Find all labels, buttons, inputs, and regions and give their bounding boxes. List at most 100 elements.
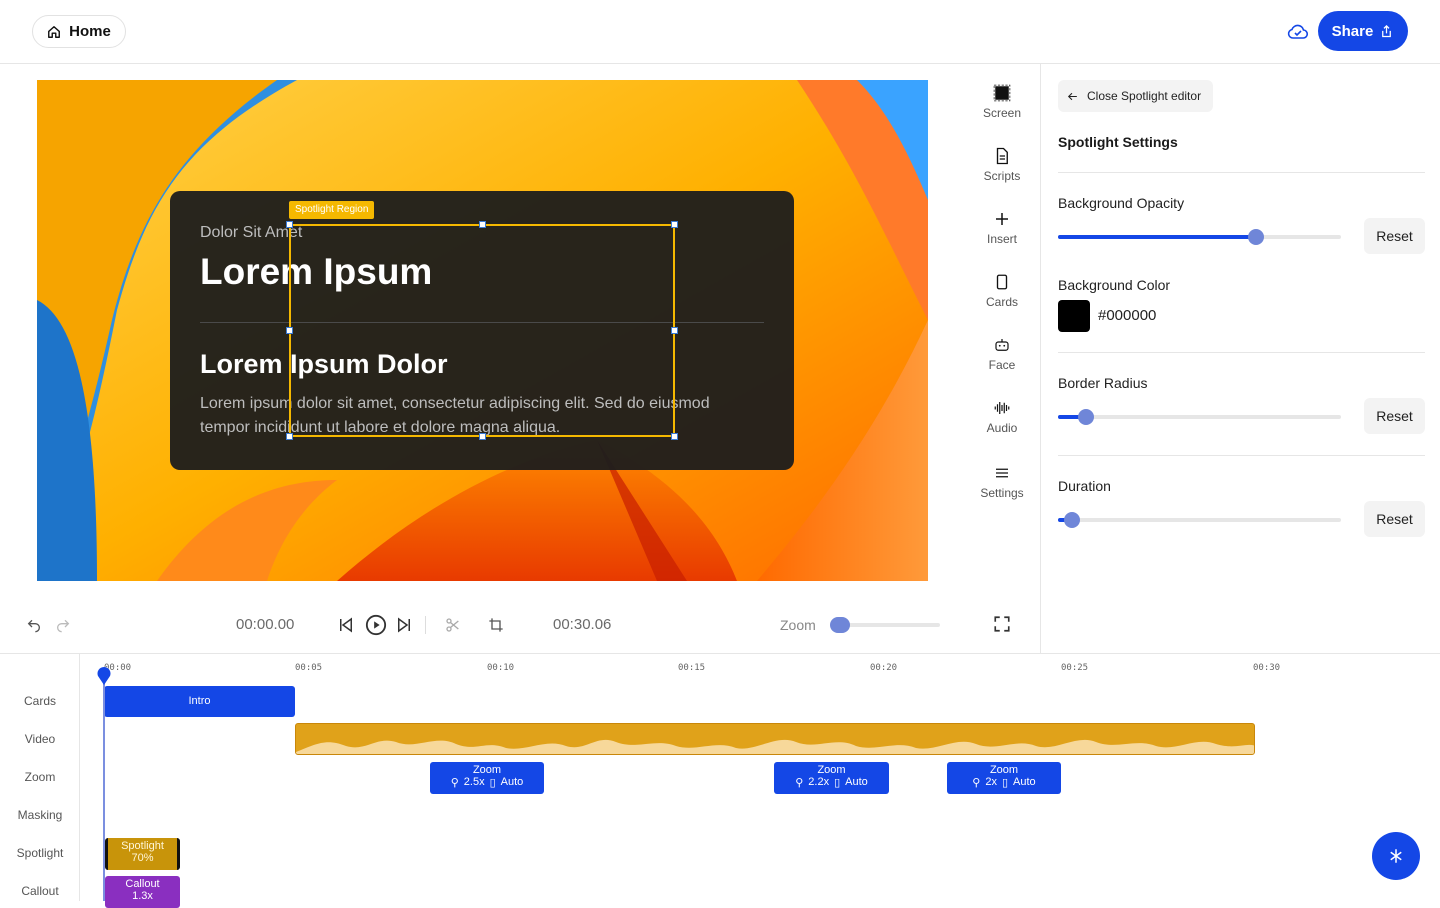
track-label-masking: Masking — [17, 808, 63, 822]
color-swatch[interactable] — [1058, 300, 1090, 332]
mouse-icon: ▯ — [489, 777, 496, 789]
home-button[interactable]: Home — [32, 15, 126, 48]
waveform-icon — [994, 402, 1010, 414]
background-opacity-slider[interactable] — [1058, 229, 1341, 245]
resize-handle-right[interactable] — [671, 327, 678, 334]
share-button[interactable]: Share — [1318, 11, 1408, 51]
timeline[interactable]: Cards Video Zoom Masking Spotlight Callo… — [0, 653, 1440, 908]
resize-handle-bottom-left[interactable] — [286, 433, 293, 440]
magnifier-icon: ⚲ — [972, 777, 981, 789]
zoom-slider[interactable] — [830, 617, 940, 633]
undo-button[interactable] — [24, 615, 44, 635]
zoom-scale: 2.2x — [808, 776, 830, 788]
playhead-line — [103, 674, 105, 901]
resize-handle-top-right[interactable] — [671, 221, 678, 228]
spotlight-clip[interactable]: Spotlight 70% — [105, 838, 180, 870]
tool-scripts[interactable]: Scripts — [970, 147, 1034, 183]
video-canvas[interactable]: Dolor Sit Amet Lorem Ipsum Lorem Ipsum D… — [37, 80, 928, 581]
track-label-cards: Cards — [23, 694, 56, 708]
document-icon — [996, 147, 1008, 165]
resize-handle-top[interactable] — [479, 221, 486, 228]
clip-title: Zoom — [817, 764, 846, 776]
time-tick: 00:20 — [870, 663, 898, 673]
tool-label: Settings — [980, 486, 1024, 500]
time-tick: 00:25 — [1061, 663, 1089, 673]
zoom-label: Zoom — [780, 617, 816, 633]
tool-audio[interactable]: Audio — [970, 399, 1034, 435]
tool-label: Face — [988, 358, 1016, 372]
control-separator — [425, 616, 426, 634]
arrow-left-icon — [1067, 92, 1077, 100]
magnifier-icon: ⚲ — [450, 777, 459, 789]
border-radius-slider[interactable] — [1058, 409, 1341, 425]
playhead-handle[interactable] — [96, 666, 112, 686]
track-labels: Cards Video Zoom Masking Spotlight Callo… — [0, 654, 80, 901]
zoom-clip[interactable]: Zoom ⚲ 2x ▯ Auto — [947, 762, 1061, 794]
track-label-spotlight: Spotlight — [16, 846, 64, 860]
spotlight-region[interactable] — [286, 221, 678, 440]
screen-icon — [993, 84, 1011, 102]
clip-value: 70% — [131, 852, 154, 864]
close-spotlight-editor-button[interactable]: Close Spotlight editor — [1058, 80, 1214, 112]
menu-icon — [996, 468, 1008, 478]
plus-icon — [996, 213, 1008, 225]
slider-knob[interactable] — [1078, 409, 1095, 425]
mouse-icon: ▯ — [1001, 777, 1009, 789]
tool-screen[interactable]: Screen — [970, 84, 1034, 120]
tool-insert[interactable]: Insert — [970, 210, 1034, 246]
redo-button[interactable] — [53, 615, 73, 635]
tool-settings[interactable]: Settings — [970, 464, 1034, 500]
resize-handle-bottom[interactable] — [479, 433, 486, 440]
divider — [1058, 455, 1425, 456]
background-opacity-label: Background Opacity — [1058, 195, 1185, 211]
home-icon — [48, 25, 61, 38]
slider-knob[interactable] — [830, 617, 850, 633]
intro-card-clip[interactable]: Intro — [104, 686, 295, 717]
track-label-video: Video — [24, 732, 56, 746]
time-tick: 00:15 — [678, 663, 706, 673]
zoom-mode: Auto — [1013, 776, 1036, 788]
reset-radius-button[interactable]: Reset — [1364, 398, 1425, 434]
duration-label: Duration — [1058, 478, 1111, 494]
current-time: 00:00.00 — [236, 616, 295, 633]
callout-clip[interactable]: Callout 1.3x — [105, 876, 180, 908]
clip-details: ⚲ 2x ▯ Auto — [947, 776, 1061, 789]
cut-button[interactable] — [443, 615, 463, 635]
border-radius-label: Border Radius — [1058, 375, 1148, 391]
tool-face[interactable]: Face — [970, 336, 1034, 372]
skip-forward-button[interactable] — [394, 614, 414, 636]
scissors-icon — [446, 618, 459, 632]
redo-icon — [57, 619, 70, 633]
share-icon — [1382, 24, 1392, 37]
play-icon — [365, 614, 387, 636]
resize-handle-top-left[interactable] — [286, 221, 293, 228]
slider-knob[interactable] — [1064, 512, 1081, 528]
card-icon — [996, 274, 1008, 290]
zoom-clip[interactable]: Zoom ⚲ 2.5x ▯ Auto — [430, 762, 544, 794]
tool-cards[interactable]: Cards — [970, 273, 1034, 309]
video-clip[interactable] — [295, 723, 1255, 755]
crop-icon — [489, 618, 503, 632]
color-hex-value[interactable]: #000000 — [1098, 307, 1156, 324]
cloud-sync-icon[interactable] — [1286, 20, 1310, 44]
share-label: Share — [1331, 22, 1374, 40]
divider — [1058, 352, 1425, 353]
reset-duration-button[interactable]: Reset — [1364, 501, 1425, 537]
zoom-scale: 2.5x — [463, 776, 485, 788]
reset-opacity-button[interactable]: Reset — [1364, 218, 1425, 254]
crop-button[interactable] — [486, 615, 506, 635]
clip-details: ⚲ 2.2x ▯ Auto — [774, 776, 889, 789]
resize-handle-bottom-right[interactable] — [671, 433, 678, 440]
zoom-clip[interactable]: Zoom ⚲ 2.2x ▯ Auto — [774, 762, 889, 794]
fullscreen-button[interactable] — [991, 613, 1013, 635]
tool-label: Insert — [986, 232, 1017, 246]
play-button[interactable] — [364, 613, 388, 637]
assistant-button[interactable] — [1372, 832, 1420, 880]
skip-back-button[interactable] — [336, 614, 356, 636]
slider-knob[interactable] — [1248, 229, 1265, 245]
duration-slider[interactable] — [1058, 512, 1341, 528]
tool-label: Cards — [985, 295, 1018, 309]
resize-handle-left[interactable] — [286, 327, 293, 334]
time-tick: 00:30 — [1253, 663, 1281, 673]
clip-title: Callout — [125, 878, 160, 890]
